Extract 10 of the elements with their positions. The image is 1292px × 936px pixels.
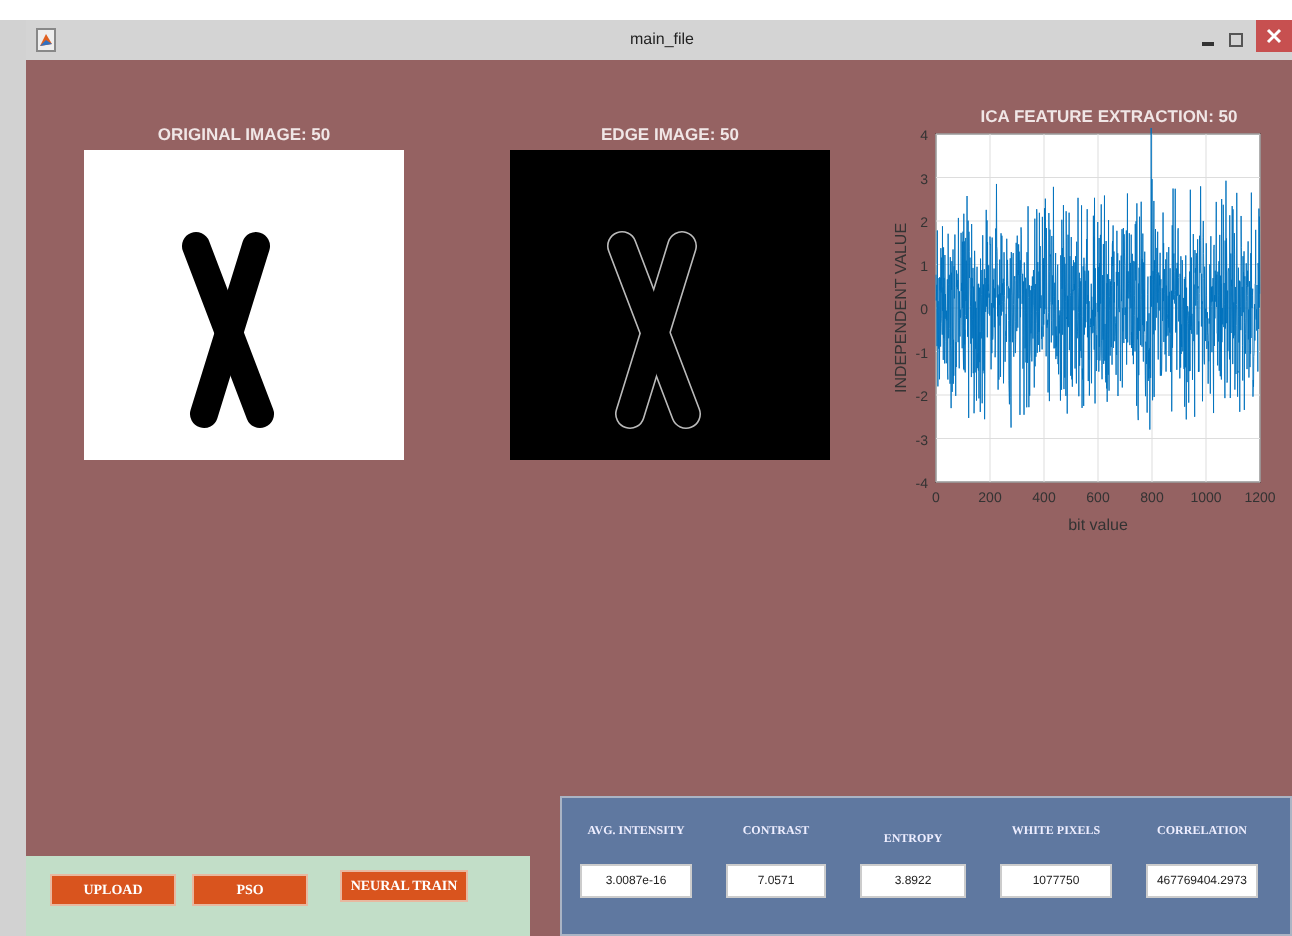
chart-title: ICA FEATURE EXTRACTION: 50	[978, 106, 1238, 128]
maximize-icon[interactable]	[1228, 32, 1244, 48]
close-icon	[1266, 28, 1282, 44]
figure-title: ORIGINAL IMAGE: 50	[157, 124, 331, 148]
close-button[interactable]	[1256, 20, 1292, 52]
figure-title: EDGE IMAGE: 50	[601, 124, 739, 148]
app-icon	[36, 28, 56, 52]
x-axis-label: bit value	[1068, 516, 1128, 534]
y-axis-label: INDEPENDENT VALUE	[892, 222, 910, 394]
window-title: main_file	[627, 28, 696, 52]
